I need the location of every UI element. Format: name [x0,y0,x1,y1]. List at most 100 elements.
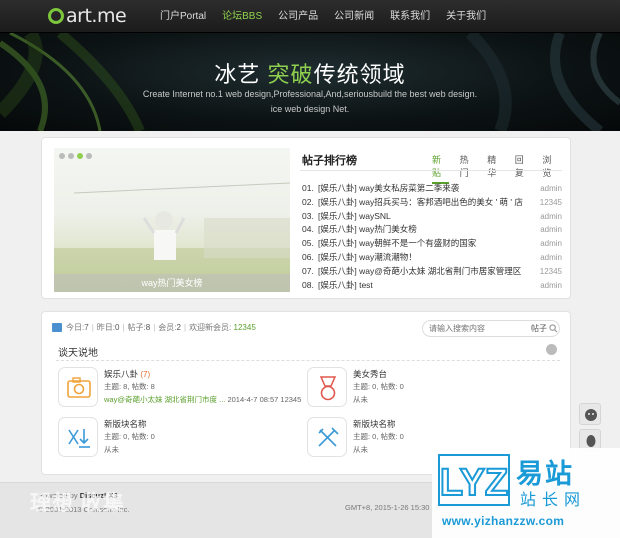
collapse-icon[interactable] [546,344,557,355]
search-box: 帖子 [422,320,560,337]
stats-chart-icon [52,323,62,332]
ranking-list: 01. [娱乐八卦] way美女私房菜第二季来袭 admin 02. [娱乐八卦] w… [302,182,562,292]
tools-icon [318,427,339,447]
slider-dot[interactable] [86,153,92,159]
forum-icon-box[interactable] [307,417,347,457]
thread-link[interactable]: [娱乐八卦] way热门美女榜 [318,223,532,237]
rank-number: 03. [302,210,314,221]
download-icon [68,429,90,448]
thread-author[interactable]: admin [532,237,562,251]
forum-meta: 主题: 0, 帖数: 0 [353,382,404,391]
forum-meta: 主题: 8, 帖数: 8 [104,382,155,391]
forum-item-new-1[interactable]: 新版块名称 主题: 0, 帖数: 0 从未 [58,417,298,465]
rank-number: 01. [302,183,314,193]
banner-subtitle: Create Internet no.1 web design,Professi… [142,89,478,99]
watermark-badge: LYZ 易站 站长网 www.yizhanzzw.com [432,448,620,538]
rank-number: 02. [302,196,314,207]
ranking-tabs: 新贴 热门 精华 回复 浏览 [432,153,570,184]
search-icon[interactable] [549,324,558,333]
forum-icon-box[interactable] [307,367,347,407]
banner-title-highlight: 突破 [267,62,314,87]
thread-link[interactable]: [娱乐八卦] way招兵买马：客邦酒吧出色的美女 ' 萌 ' 店 [318,196,532,210]
list-item: 07. [娱乐八卦] way@奇葩小太妹 湖北省荆门市居家管理区 12345 [302,265,562,279]
thread-author[interactable]: admin [532,251,562,265]
newest-member-link[interactable]: 12345 [234,323,256,332]
forum-name[interactable]: 新版块名称 [353,418,396,430]
slider-caption[interactable]: way热门美女榜 [54,274,290,292]
list-item: 04. [娱乐八卦] way热门美女榜 admin [302,223,562,237]
footer-timestamp: GMT+8, 2015-1-26 15:30 , P [345,503,441,512]
watermark-url: www.yizhanzzw.com [442,514,565,528]
rank-number: 06. [302,251,314,262]
forum-meta: 主题: 0, 帖数: 0 [353,432,404,441]
last-post-time: 2014-4-7 08:57 12345 [225,395,302,404]
hero-banner: 冰艺 突破传统领域 Create Internet no.1 web desig… [0,33,620,131]
forum-icon-box[interactable] [58,367,98,407]
hot-panel: way热门美女榜 帖子排行榜 新贴 热门 精华 回复 浏览 01. [娱乐八卦] … [41,137,571,299]
banner-subtitle-2: ice web design Net. [270,104,350,114]
thread-author[interactable]: admin [532,210,562,224]
thread-link[interactable]: [娱乐八卦] way美女私房菜第二季来袭 [318,182,532,196]
list-item: 06. [娱乐八卦] way潮流潮物！ admin [302,251,562,265]
thread-link[interactable]: [娱乐八卦] way朝鲜不是一个有盛财的国家 [318,237,532,251]
list-item: 02. [娱乐八卦] way招兵买马：客邦酒吧出色的美女 ' 萌 ' 店 12345 [302,196,562,210]
list-item: 05. [娱乐八卦] way朝鲜不是一个有盛财的国家 admin [302,237,562,251]
tab-hot[interactable]: 热门 [460,153,477,184]
stat-today-label: 今日: [66,323,85,332]
image-slider[interactable]: way热门美女榜 [54,148,290,292]
nav-item-contact[interactable]: 联系我们 [382,0,438,33]
forum-stats: 今日: 7 | 昨日: 0 | 帖子: 8 | 会员: 2 | 欢迎新会员: 12345 [52,322,256,333]
thread-link[interactable]: [娱乐八卦] way潮流潮物！ [318,251,532,265]
thread-author[interactable]: 12345 [532,196,562,210]
logo-ring-icon [48,8,64,24]
rank-number: 07. [302,265,314,276]
nav-item-portal[interactable]: 门户Portal [152,0,214,33]
forum-name-text[interactable]: 娱乐八卦 [104,369,138,379]
thread-author[interactable]: admin [532,279,562,293]
ranking-title: 帖子排行榜 [302,155,357,167]
forum-item-beauty[interactable]: 美女秀台 主题: 0, 帖数: 0 从未 [307,367,547,415]
divider [300,170,562,171]
forum-name-text[interactable]: 美女秀台 [353,369,387,379]
tab-reply[interactable]: 回复 [515,153,532,184]
nav-item-about[interactable]: 关于我们 [438,0,494,33]
forum-icon-box[interactable] [58,417,98,457]
search-input[interactable] [425,322,525,335]
thread-author[interactable]: 12345 [532,265,562,279]
stat-yesterday: 0 [115,323,120,332]
watermark-cn-2: 站长网 [520,492,587,509]
thread-author[interactable]: admin [532,223,562,237]
site-logo[interactable]: art.me [48,5,127,27]
thread-author[interactable]: admin [532,182,562,196]
slider-dot-active[interactable] [77,153,83,159]
nav-item-bbs[interactable]: 论坛BBS [214,0,270,33]
forum-name-text[interactable]: 新版块名称 [104,419,147,429]
stat-newest-label: 欢迎新会员: [189,323,232,332]
forum-name[interactable]: 娱乐八卦 (7) [104,368,150,380]
stat-members-label: 会员: [158,323,177,332]
thread-link[interactable]: [娱乐八卦] test [318,279,532,293]
forum-item-gossip[interactable]: 娱乐八卦 (7) 主题: 8, 帖数: 8 way@奇葩小太妹 湖北省荆门市度 … [58,367,302,415]
side-button-emoji[interactable] [579,403,601,425]
thread-link[interactable]: [娱乐八卦] way@奇葩小太妹 湖北省荆门市居家管理区 [318,265,532,279]
rank-number: 08. [302,279,314,290]
forum-name-text[interactable]: 新版块名称 [353,419,396,429]
nav-item-news[interactable]: 公司新闻 [326,0,382,33]
forum-name[interactable]: 新版块名称 [104,418,147,430]
thread-link[interactable]: [娱乐八卦] waySNL [318,210,532,224]
forum-new-count: (7) [140,370,151,379]
search-type-button[interactable]: 帖子 [531,323,547,334]
tab-digest[interactable]: 精华 [487,153,504,184]
banner-title-a: 冰艺 [214,62,268,87]
forum-last-post: 从未 [353,395,368,404]
rank-number: 04. [302,224,314,235]
forum-name[interactable]: 美女秀台 [353,368,387,380]
tab-new[interactable]: 新贴 [432,153,449,184]
last-post-link[interactable]: way@奇葩小太妹 湖北省荆门市度 ... [104,395,225,404]
watermark-logo-text: LYZ [440,462,508,504]
stat-today: 7 [84,323,89,332]
slider-dot[interactable] [59,153,65,159]
nav-item-products[interactable]: 公司产品 [270,0,326,33]
tab-views[interactable]: 浏览 [542,153,559,184]
slider-dot[interactable] [68,153,74,159]
